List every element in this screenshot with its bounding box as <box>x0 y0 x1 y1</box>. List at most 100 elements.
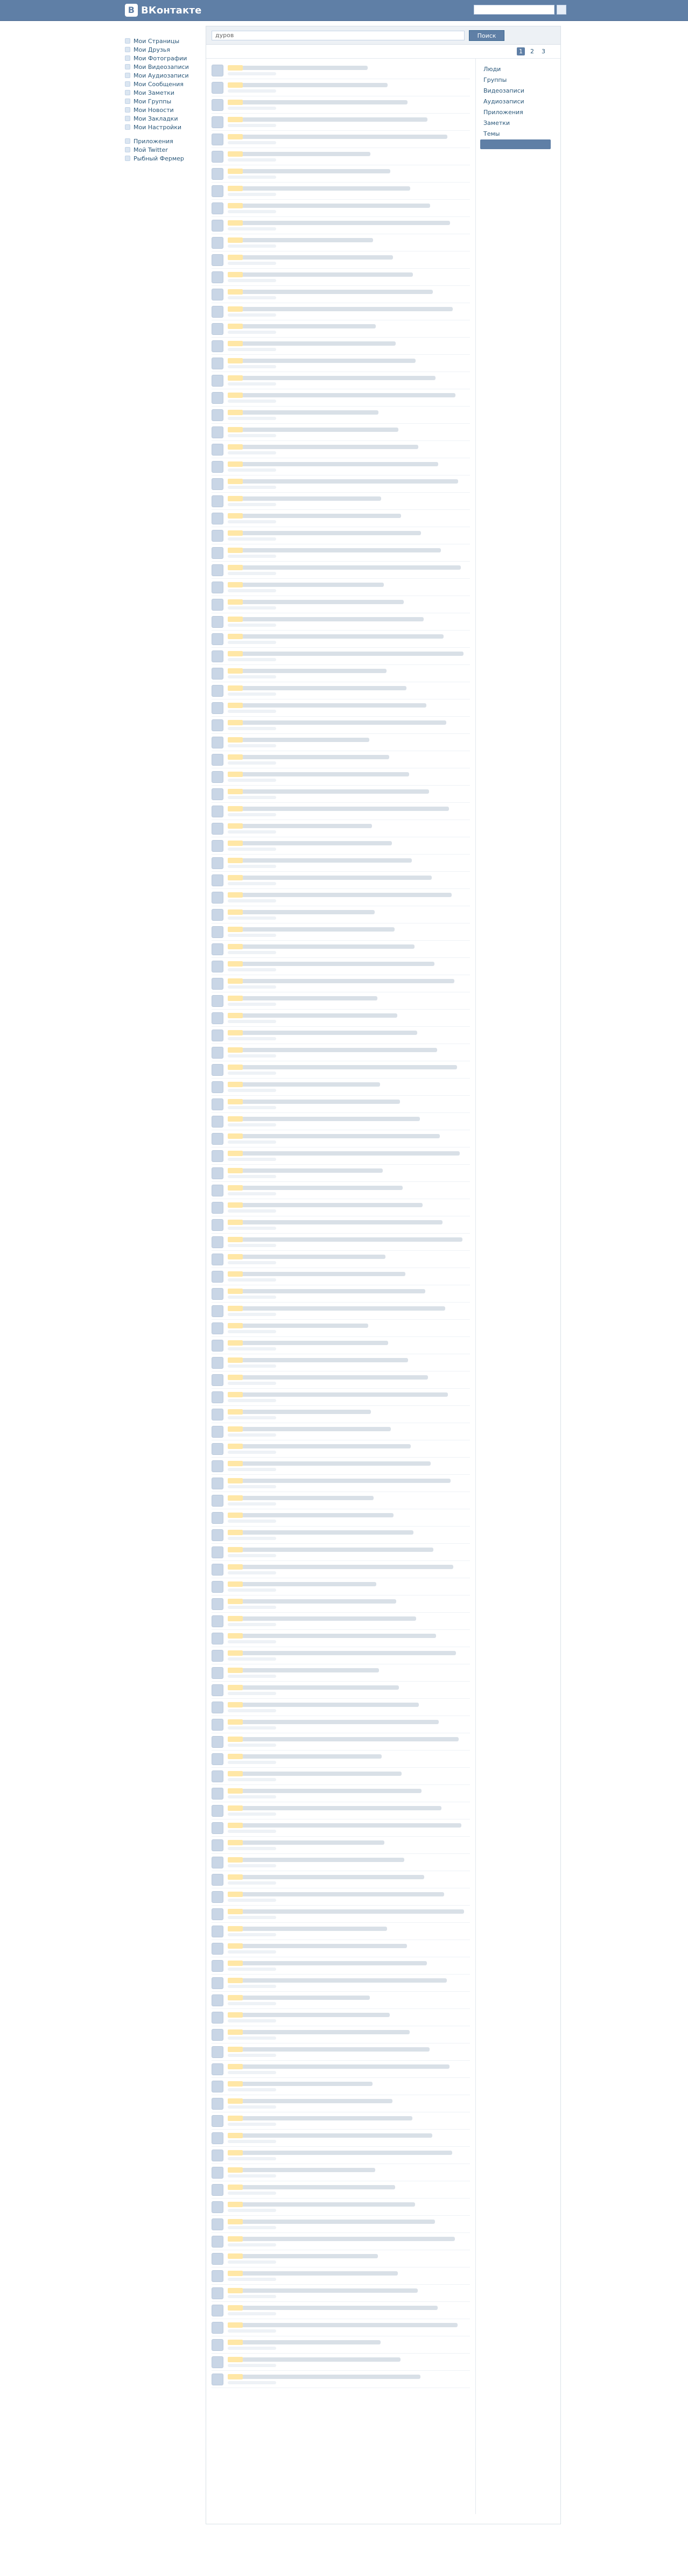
avatar[interactable] <box>212 1960 223 1972</box>
filter-item-2[interactable]: Видеозаписи <box>480 86 551 95</box>
list-item[interactable] <box>212 510 470 527</box>
list-item[interactable] <box>212 320 470 338</box>
avatar[interactable] <box>212 1322 223 1334</box>
filter-item-5[interactable]: Заметки <box>480 118 551 128</box>
avatar[interactable] <box>212 1736 223 1748</box>
avatar[interactable] <box>212 392 223 404</box>
sidebar-item-5[interactable]: Мои Сообщения <box>125 80 200 88</box>
avatar[interactable] <box>212 1908 223 1920</box>
avatar[interactable] <box>212 685 223 697</box>
list-item[interactable] <box>212 200 470 217</box>
sidebar-item-4[interactable]: Мои Аудиозаписи <box>125 71 200 80</box>
list-item[interactable] <box>212 1716 470 1733</box>
list-item[interactable] <box>212 665 470 682</box>
avatar[interactable] <box>212 1219 223 1231</box>
list-item[interactable] <box>212 338 470 355</box>
avatar[interactable] <box>212 168 223 180</box>
avatar[interactable] <box>212 719 223 731</box>
logo[interactable]: B ВКонтакте <box>125 3 201 17</box>
list-item[interactable] <box>212 1389 470 1406</box>
avatar[interactable] <box>212 2287 223 2299</box>
search-go-icon[interactable] <box>557 5 566 15</box>
avatar[interactable] <box>212 874 223 886</box>
avatar[interactable] <box>212 943 223 955</box>
avatar[interactable] <box>212 1236 223 1248</box>
avatar[interactable] <box>212 2150 223 2161</box>
list-item[interactable] <box>212 1475 470 1492</box>
avatar[interactable] <box>212 2115 223 2127</box>
avatar[interactable] <box>212 478 223 490</box>
avatar[interactable] <box>212 1288 223 1300</box>
list-item[interactable] <box>212 62 470 79</box>
list-item[interactable] <box>212 1027 470 1044</box>
pagination-page-2[interactable]: 3 <box>539 47 547 55</box>
avatar[interactable] <box>212 633 223 645</box>
avatar[interactable] <box>212 1374 223 1386</box>
list-item[interactable] <box>212 1251 470 1268</box>
list-item[interactable] <box>212 889 470 906</box>
list-item[interactable] <box>212 1406 470 1423</box>
list-item[interactable] <box>212 803 470 820</box>
list-item[interactable] <box>212 1854 470 1871</box>
avatar[interactable] <box>212 1667 223 1679</box>
sidebar-item-3[interactable]: Мои Видеозаписи <box>125 62 200 71</box>
avatar[interactable] <box>212 616 223 628</box>
list-item[interactable] <box>212 1975 470 1992</box>
avatar[interactable] <box>212 1598 223 1610</box>
avatar[interactable] <box>212 2167 223 2179</box>
avatar[interactable] <box>212 547 223 559</box>
avatar[interactable] <box>212 1650 223 1662</box>
list-item[interactable] <box>212 527 470 544</box>
avatar[interactable] <box>212 2029 223 2041</box>
sidebar-item-10[interactable]: Мои Настройки <box>125 123 200 131</box>
list-item[interactable] <box>212 1130 470 1147</box>
avatar[interactable] <box>212 444 223 456</box>
avatar[interactable] <box>212 340 223 352</box>
list-item[interactable] <box>212 2285 470 2302</box>
avatar[interactable] <box>212 771 223 783</box>
list-item[interactable] <box>212 631 470 648</box>
top-search-input[interactable] <box>474 5 554 15</box>
list-item[interactable] <box>212 217 470 234</box>
list-item[interactable] <box>212 1664 470 1682</box>
avatar[interactable] <box>212 1839 223 1851</box>
avatar[interactable] <box>212 2012 223 2024</box>
pagination-page-0[interactable]: 1 <box>517 47 525 55</box>
list-item[interactable] <box>212 1888 470 1906</box>
avatar[interactable] <box>212 254 223 266</box>
avatar[interactable] <box>212 1047 223 1059</box>
list-item[interactable] <box>212 786 470 803</box>
list-item[interactable] <box>212 1147 470 1165</box>
avatar[interactable] <box>212 2098 223 2110</box>
list-item[interactable] <box>212 872 470 889</box>
avatar[interactable] <box>212 202 223 214</box>
list-item[interactable] <box>212 2181 470 2199</box>
avatar[interactable] <box>212 1564 223 1576</box>
sidebar-extra-item-1[interactable]: Мой Twitter <box>125 145 200 154</box>
avatar[interactable] <box>212 857 223 869</box>
avatar[interactable] <box>212 926 223 938</box>
list-item[interactable] <box>212 183 470 200</box>
filter-item-0[interactable]: Люди <box>480 64 551 74</box>
avatar[interactable] <box>212 582 223 593</box>
list-item[interactable] <box>212 2164 470 2181</box>
avatar[interactable] <box>212 1546 223 1558</box>
list-item[interactable] <box>212 734 470 751</box>
list-item[interactable] <box>212 699 470 717</box>
list-item[interactable] <box>212 1527 470 1544</box>
list-item[interactable] <box>212 1957 470 1975</box>
list-item[interactable] <box>212 1906 470 1923</box>
list-item[interactable] <box>212 96 470 114</box>
avatar[interactable] <box>212 1202 223 1214</box>
list-item[interactable] <box>212 1682 470 1699</box>
list-item[interactable] <box>212 2233 470 2250</box>
list-item[interactable] <box>212 1561 470 1578</box>
list-item[interactable] <box>212 1320 470 1337</box>
filter-item-1[interactable]: Группы <box>480 75 551 85</box>
avatar[interactable] <box>212 788 223 800</box>
avatar[interactable] <box>212 650 223 662</box>
avatar[interactable] <box>212 1529 223 1541</box>
list-item[interactable] <box>212 389 470 407</box>
avatar[interactable] <box>212 2270 223 2282</box>
list-item[interactable] <box>212 1613 470 1630</box>
